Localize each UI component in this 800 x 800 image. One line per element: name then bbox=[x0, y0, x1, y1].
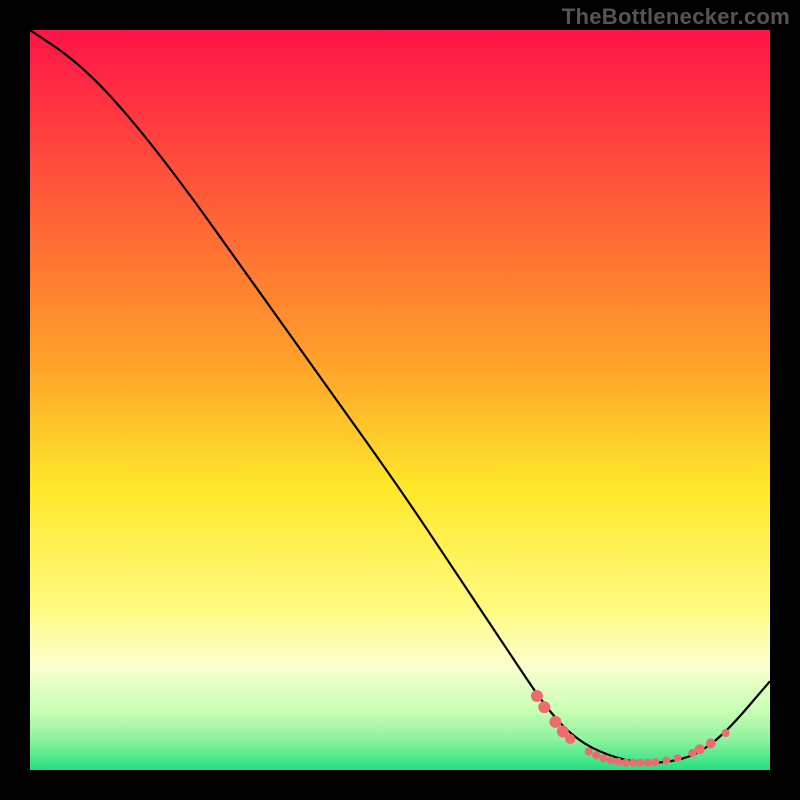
data-point bbox=[637, 759, 645, 767]
gradient-background bbox=[30, 30, 770, 770]
data-point bbox=[565, 734, 575, 744]
data-point bbox=[674, 754, 682, 762]
data-point bbox=[695, 744, 705, 754]
data-point bbox=[614, 758, 622, 766]
data-point bbox=[662, 756, 670, 764]
data-point bbox=[531, 690, 543, 702]
data-point bbox=[622, 759, 630, 767]
chart-svg bbox=[30, 30, 770, 770]
data-point bbox=[722, 729, 730, 737]
data-point bbox=[607, 756, 615, 764]
data-point bbox=[651, 758, 659, 766]
watermark-text: TheBottlenecker.com bbox=[562, 4, 790, 30]
data-point bbox=[592, 751, 600, 759]
data-point bbox=[644, 759, 652, 767]
data-point bbox=[549, 716, 561, 728]
data-point bbox=[585, 748, 593, 756]
data-point bbox=[706, 738, 716, 748]
data-point bbox=[600, 754, 608, 762]
chart-frame: TheBottlenecker.com bbox=[0, 0, 800, 800]
data-point bbox=[629, 759, 637, 767]
data-point bbox=[538, 701, 550, 713]
plot-area bbox=[30, 30, 770, 770]
